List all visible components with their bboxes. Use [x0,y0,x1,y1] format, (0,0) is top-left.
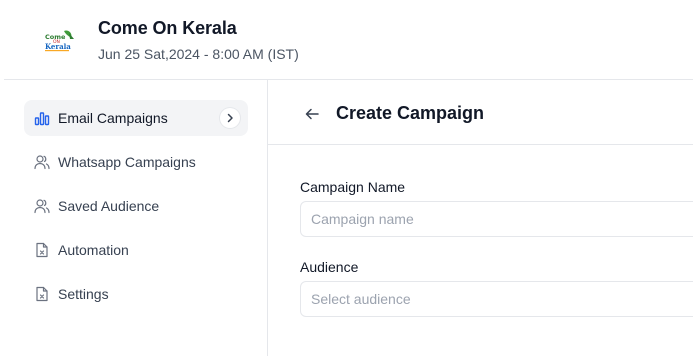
app-page: Come ON Kerala Come On Kerala Jun 25 Sat… [0,0,693,356]
event-logo: Come ON Kerala [44,30,76,52]
users-icon [34,198,50,214]
sidebar-item-email-campaigns[interactable]: Email Campaigns [24,100,248,136]
sidebar-item-settings[interactable]: Settings [24,276,248,312]
svg-text:Kerala: Kerala [45,42,71,51]
sidebar-item-whatsapp-campaigns[interactable]: Whatsapp Campaigns [24,144,248,180]
event-datetime: Jun 25 Sat,2024 - 8:00 AM (IST) [98,46,299,62]
main-content: Create Campaign Campaign Name Audience S… [268,80,693,356]
users-icon [34,154,50,170]
file-x-icon [34,286,50,302]
back-button[interactable] [302,104,322,124]
sidebar: Email Campaigns Whatsapp Campaigns Saved… [0,80,268,356]
sidebar-item-automation[interactable]: Automation [24,232,248,268]
arrow-left-icon [305,108,319,120]
bar-chart-icon [34,110,50,126]
page-title: Create Campaign [336,103,485,123]
event-header: Come ON Kerala Come On Kerala Jun 25 Sat… [0,0,693,80]
file-x-icon [34,242,50,258]
audience-placeholder: Select audience [311,291,411,307]
main-divider [268,144,693,145]
sidebar-item-label: Whatsapp Campaigns [58,154,196,170]
sidebar-item-label: Settings [58,286,109,302]
audience-label: Audience [300,259,359,275]
sidebar-item-label: Email Campaigns [58,110,168,126]
campaign-name-label: Campaign Name [300,179,406,195]
sidebar-item-label: Automation [58,242,129,258]
event-title: Come On Kerala [98,18,237,38]
sidebar-item-label: Saved Audience [58,198,160,214]
audience-select[interactable]: Select audience [300,281,693,317]
campaign-name-input[interactable] [300,201,693,237]
sidebar-item-saved-audience[interactable]: Saved Audience [24,188,248,224]
chevron-right-icon[interactable] [220,108,240,128]
